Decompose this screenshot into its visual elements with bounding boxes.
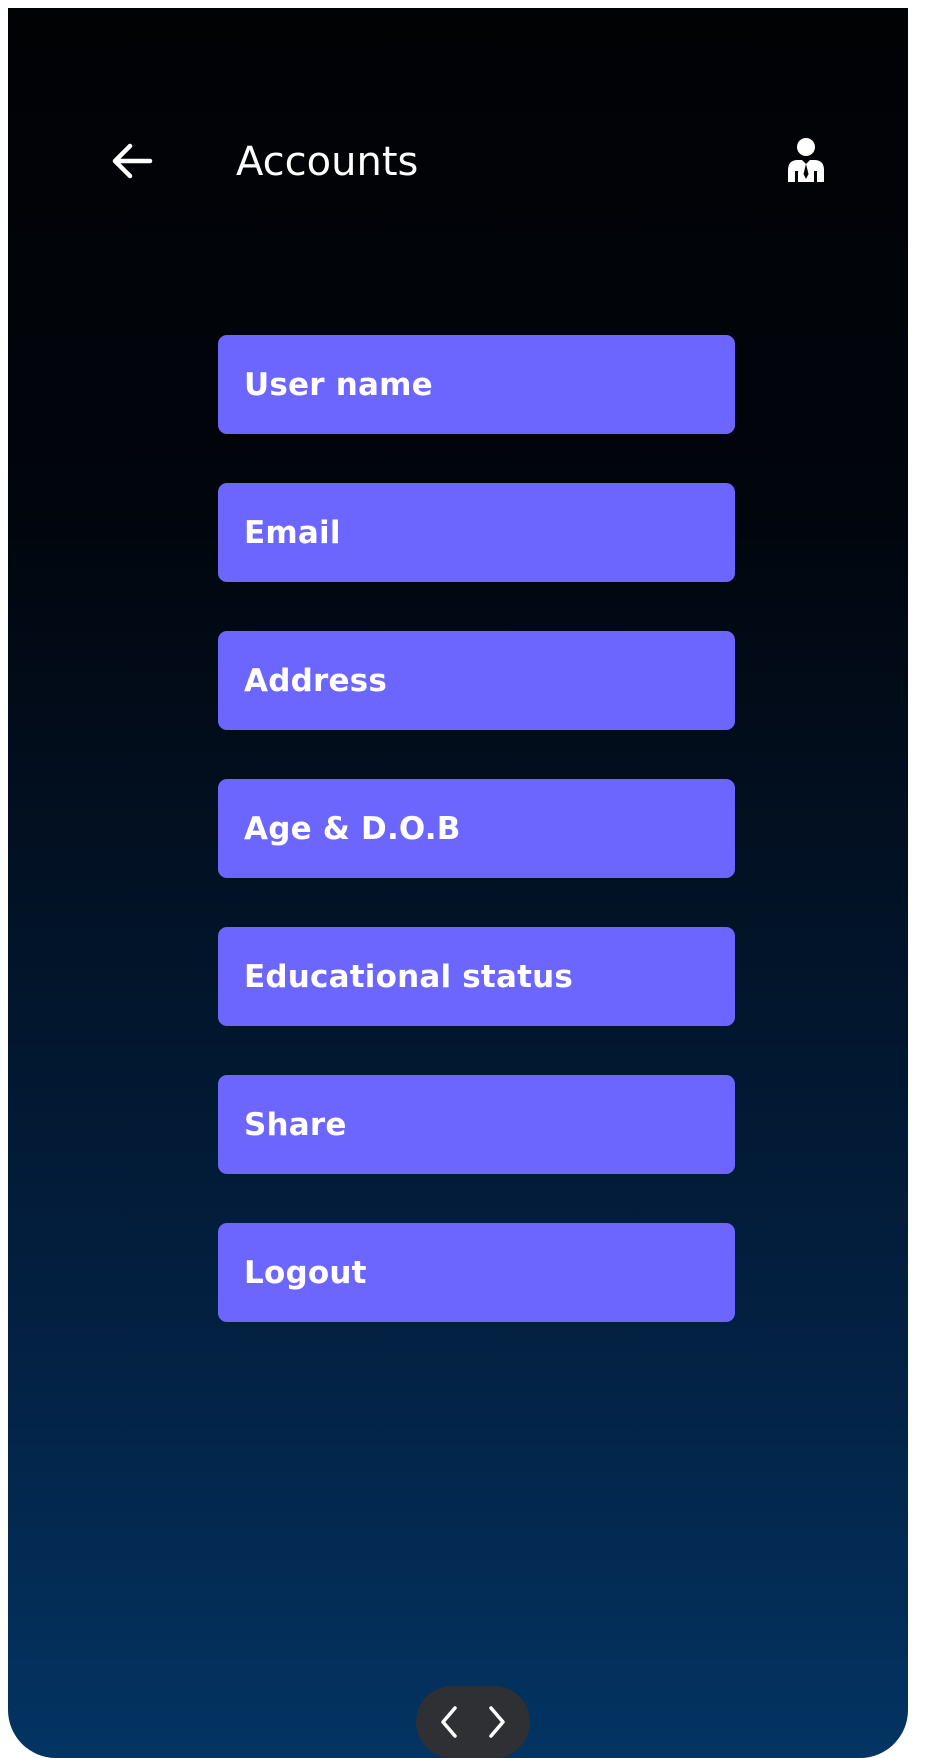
accounts-screen: Accounts User name Email Address Age & D… [8,8,908,1758]
account-options-list: User name Email Address Age & D.O.B Educ… [218,335,735,1371]
user-tie-icon [788,138,824,182]
chevron-right-icon [489,1706,505,1738]
address-button[interactable]: Address [218,631,735,730]
age-dob-button[interactable]: Age & D.O.B [218,779,735,878]
bottom-nav-pill [416,1686,530,1758]
share-button[interactable]: Share [218,1075,735,1174]
educational-status-button[interactable]: Educational status [218,927,735,1026]
arrow-left-icon [112,143,153,179]
email-button[interactable]: Email [218,483,735,582]
user-name-button[interactable]: User name [218,335,735,434]
next-button[interactable] [480,1700,514,1744]
page-title: Accounts [236,139,419,185]
chevron-left-icon [441,1706,457,1738]
logout-button[interactable]: Logout [218,1223,735,1322]
profile-button[interactable] [778,132,834,188]
back-button[interactable] [104,133,160,189]
previous-button[interactable] [432,1700,466,1744]
